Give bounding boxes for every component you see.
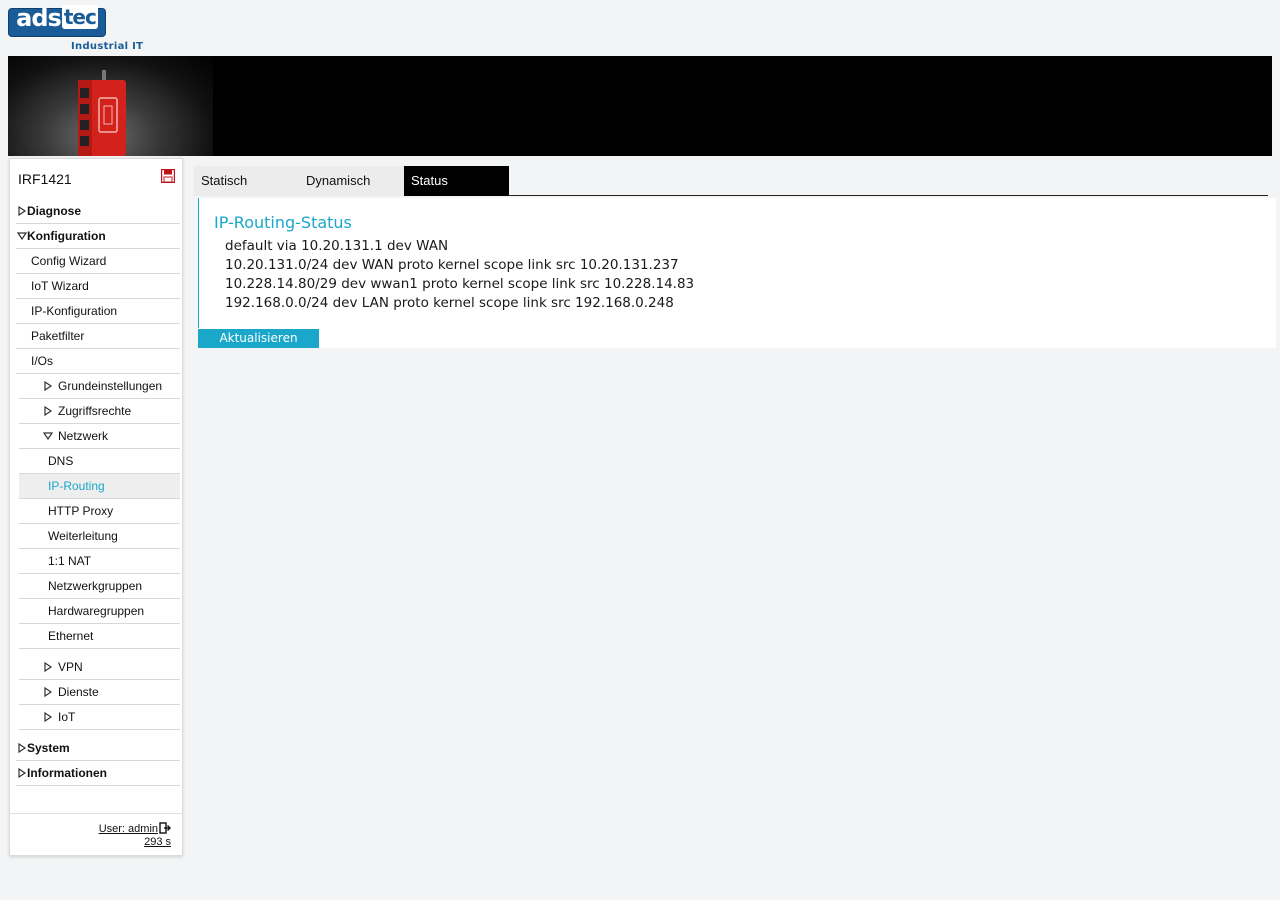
caret-right-icon [18, 768, 27, 778]
section-title: IP-Routing-Status [214, 213, 352, 232]
menu-item-label: Paketfilter [31, 329, 85, 343]
logo-tec-text: tec [61, 5, 98, 29]
caret-right-icon [18, 206, 27, 216]
session-timer[interactable]: 293 s [144, 836, 171, 848]
tab-statisch[interactable]: Statisch [194, 166, 299, 196]
menu-item-konfiguration[interactable]: Konfiguration [16, 224, 180, 249]
menu-item-label: IP-Konfiguration [31, 304, 118, 318]
menu-item-label: Weiterleitung [48, 529, 118, 543]
menu-item-label: System [27, 741, 70, 755]
menu-item-label: Netzwerkgruppen [48, 579, 143, 593]
menu-item-informationen[interactable]: Informationen [16, 761, 180, 786]
menu-item-label: IP-Routing [48, 479, 105, 493]
caret-right-icon [18, 743, 27, 753]
menu-item-label: Zugriffsrechte [58, 404, 132, 418]
menu-item-label: Netzwerk [58, 429, 109, 443]
refresh-button[interactable]: Aktualisieren [198, 329, 319, 348]
caret-down-icon [17, 232, 27, 241]
menu-item-label: Diagnose [27, 204, 82, 218]
menu-item-label: I/Os [31, 354, 54, 368]
menu-item-iot[interactable]: IoT [19, 705, 180, 730]
caret-right-icon [44, 712, 53, 722]
logo-wordmark: ads tec [8, 4, 106, 32]
caret-right-icon [44, 406, 53, 416]
caret-down-icon [43, 432, 53, 441]
caret-right-icon [44, 687, 53, 697]
caret-right-icon [44, 662, 53, 672]
logo-subtitle: Industrial IT [71, 41, 144, 52]
menu-item-weiterleitung[interactable]: Weiterleitung [19, 524, 180, 549]
menu-item-label: Konfiguration [27, 229, 106, 243]
menu-item-grundeinstellungen[interactable]: Grundeinstellungen [19, 374, 180, 399]
caret-right-icon [44, 381, 53, 391]
device-header: IRF1421 [10, 159, 182, 197]
menu-item-label: Config Wizard [31, 254, 107, 268]
menu-item-diagnose[interactable]: Diagnose [16, 199, 180, 224]
menu-item-label: DNS [48, 454, 74, 468]
route-entry: 192.168.0.0/24 dev LAN proto kernel scop… [225, 295, 674, 311]
logout-icon[interactable] [159, 822, 171, 834]
route-entry: 10.20.131.0/24 dev WAN proto kernel scop… [225, 257, 679, 273]
menu-item-http-proxy[interactable]: HTTP Proxy [19, 499, 180, 524]
menu-item-label: Dienste [58, 685, 99, 699]
tab-dynamisch[interactable]: Dynamisch [299, 166, 404, 196]
menu-item-config-wizard[interactable]: Config Wizard [16, 249, 180, 274]
sidebar-footer: User: admin 293 s [10, 813, 182, 855]
menu-item-ethernet[interactable]: Ethernet [19, 624, 180, 649]
menu-item-label: Informationen [27, 766, 107, 780]
menu-item-ip-routing[interactable]: IP-Routing [19, 474, 180, 499]
menu-item-netzwerk[interactable]: Netzwerk [19, 424, 180, 449]
panel-accent-bar [198, 198, 199, 328]
menu-item-iot-wizard[interactable]: IoT Wizard [16, 274, 180, 299]
tab-status[interactable]: Status [404, 166, 509, 196]
route-entry: default via 10.20.131.1 dev WAN [225, 238, 449, 254]
nav-menu: Diagnose Konfiguration Config Wizard IoT… [16, 199, 180, 786]
menu-item-label: IoT [58, 710, 76, 724]
routing-status-panel: IP-Routing-Status default via 10.20.131.… [198, 198, 1276, 348]
menu-item-hardwaregruppen[interactable]: Hardwaregruppen [19, 599, 180, 624]
menu-item-label: IoT Wizard [31, 279, 89, 293]
sidebar: IRF1421 Diagnose Konfiguration Config Wi… [9, 158, 183, 856]
menu-item-dienste[interactable]: Dienste [19, 680, 180, 705]
menu-item-ip-konfiguration[interactable]: IP-Konfiguration [16, 299, 180, 324]
company-logo: ads tec Industrial IT [8, 4, 143, 54]
device-name: IRF1421 [18, 171, 72, 187]
menu-item-1-1-nat[interactable]: 1:1 NAT [19, 549, 180, 574]
user-link[interactable]: User: admin [99, 823, 158, 835]
menu-item-paketfilter[interactable]: Paketfilter [16, 324, 180, 349]
save-icon[interactable] [161, 169, 175, 183]
menu-item-netzwerkgruppen[interactable]: Netzwerkgruppen [19, 574, 180, 599]
route-entry: 10.228.14.80/29 dev wwan1 proto kernel s… [225, 276, 695, 292]
menu-item-label: 1:1 NAT [48, 554, 92, 568]
menu-item-label: Hardwaregruppen [48, 604, 145, 618]
menu-item-label: Ethernet [48, 629, 94, 643]
menu-item-zugriffsrechte[interactable]: Zugriffsrechte [19, 399, 180, 424]
logo-main-text: ads [16, 4, 62, 32]
router-device-image [78, 70, 126, 156]
menu-item-label: VPN [58, 660, 83, 674]
menu-item-label: HTTP Proxy [48, 504, 114, 518]
menu-item-label: Grundeinstellungen [58, 379, 163, 393]
menu-item-vpn[interactable]: VPN [19, 655, 180, 680]
route-list: default via 10.20.131.1 dev WAN 10.20.13… [225, 237, 694, 313]
menu-item-dns[interactable]: DNS [19, 449, 180, 474]
menu-item-system[interactable]: System [16, 736, 180, 761]
header-banner [8, 56, 1272, 156]
tab-bar: Statisch Dynamisch Status [194, 166, 1268, 196]
menu-item-ios[interactable]: I/Os [16, 349, 180, 374]
